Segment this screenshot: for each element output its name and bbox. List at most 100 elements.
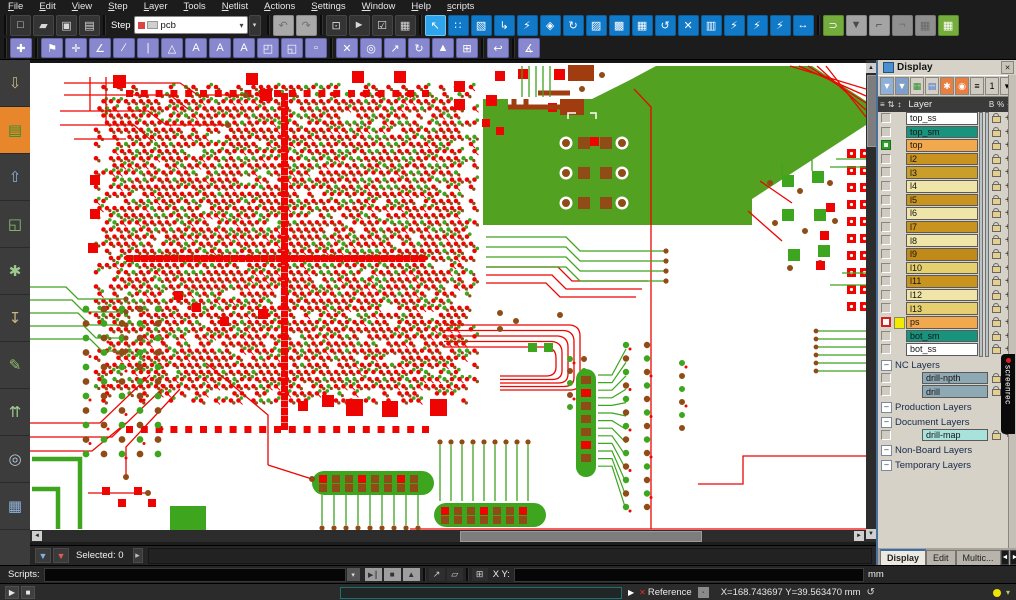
- sidebar-import-job[interactable]: ⇩: [0, 60, 30, 107]
- layer-name-chip[interactable]: l8: [906, 234, 978, 247]
- canvas-vertical-scrollbar[interactable]: ▲ ▼: [866, 60, 876, 542]
- layer-visibility-box[interactable]: [881, 127, 891, 137]
- layer-name-chip[interactable]: l7: [906, 221, 978, 234]
- collapse-icon[interactable]: –: [881, 360, 892, 371]
- menu-actions[interactable]: Actions: [256, 0, 303, 13]
- lock-icon[interactable]: [992, 279, 1001, 286]
- step-select[interactable]: pcb ▾: [134, 16, 248, 34]
- measure-bar-button[interactable]: |: [137, 38, 159, 58]
- panel-scrollbar[interactable]: [1008, 75, 1016, 548]
- horizontal-scroll-thumb[interactable]: [460, 531, 702, 542]
- selection-filter-clear-button[interactable]: ▼: [53, 548, 69, 563]
- open-job-button[interactable]: ▰: [33, 15, 54, 36]
- sidebar-columns-view[interactable]: ▦: [0, 483, 30, 530]
- select-rotate-button[interactable]: ↻: [563, 15, 584, 36]
- selection-expand-button[interactable]: ▸: [133, 548, 143, 563]
- layer-visibility-box[interactable]: [881, 263, 891, 273]
- layer-name-chip[interactable]: top_ss: [906, 112, 978, 125]
- undo-button[interactable]: ↶: [273, 15, 294, 36]
- net-highlight-button[interactable]: ⚡: [724, 15, 745, 36]
- measure-box-b-button[interactable]: ◱: [281, 38, 303, 58]
- sidebar-drill-tools[interactable]: ⇈: [0, 389, 30, 436]
- lock-icon[interactable]: [992, 293, 1001, 300]
- net-table-button[interactable]: ⚡: [770, 15, 791, 36]
- reference-label[interactable]: Reference: [648, 587, 692, 598]
- layer-visibility-box[interactable]: [881, 386, 891, 396]
- order-strip[interactable]: [985, 112, 989, 357]
- layer-visibility-box[interactable]: [881, 208, 891, 218]
- header-right-icon-1[interactable]: %: [997, 100, 1004, 109]
- script-play-pause-button[interactable]: ▶║: [365, 568, 382, 581]
- copy-circles-button[interactable]: ◎: [360, 38, 382, 58]
- status-play-button[interactable]: ▶: [5, 586, 19, 599]
- visibility-eye-button[interactable]: ◉: [955, 77, 969, 95]
- sidebar-job-matrix[interactable]: ▤: [0, 107, 30, 154]
- layer-visibility-box[interactable]: [881, 430, 891, 440]
- select-points-button[interactable]: ∷: [448, 15, 469, 36]
- measure-poly-button[interactable]: ▱: [447, 568, 463, 581]
- tab-scroll-right-icon[interactable]: ►: [1010, 550, 1016, 565]
- layer-visibility-box[interactable]: [881, 167, 891, 177]
- sidebar-export-folder[interactable]: ↧: [0, 295, 30, 342]
- move-arrow-button[interactable]: ↗: [384, 38, 406, 58]
- pcb-canvas[interactable]: [30, 60, 866, 530]
- layer-visibility-box[interactable]: [881, 331, 891, 341]
- layer-visibility-box[interactable]: [881, 303, 891, 313]
- layer-visibility-box[interactable]: [881, 140, 891, 150]
- snap-filter-button[interactable]: ▼: [846, 15, 867, 36]
- measure-box-a-button[interactable]: ◰: [257, 38, 279, 58]
- layer-visibility-box[interactable]: [881, 181, 891, 191]
- deselect-all-button[interactable]: ✕: [678, 15, 699, 36]
- lock-icon[interactable]: [992, 184, 1001, 191]
- scripts-dropdown-button[interactable]: ▾: [347, 568, 360, 581]
- collapse-icon[interactable]: –: [881, 445, 892, 456]
- lock-icon[interactable]: [992, 306, 1001, 313]
- menu-help[interactable]: Help: [403, 0, 439, 13]
- menu-settings[interactable]: Settings: [303, 0, 353, 13]
- close-icon[interactable]: ✕: [1001, 61, 1014, 74]
- selection-filter-button[interactable]: ▼: [35, 548, 51, 563]
- menu-netlist[interactable]: Netlist: [214, 0, 256, 13]
- menu-tools[interactable]: Tools: [176, 0, 214, 13]
- lock-icon[interactable]: [992, 252, 1001, 259]
- scripts-input[interactable]: [44, 568, 346, 582]
- snap-magnet-button[interactable]: ⊃: [823, 15, 844, 36]
- lock-icon[interactable]: [992, 143, 1001, 150]
- script-checklist-button[interactable]: ☑: [372, 15, 393, 36]
- mirror-item-button[interactable]: ▲: [432, 38, 454, 58]
- menu-scripts[interactable]: scripts: [439, 0, 482, 13]
- measure-height-c-button[interactable]: A: [233, 38, 255, 58]
- measure-xx-button[interactable]: ↔: [793, 15, 814, 36]
- origin-box-button[interactable]: ⊞: [456, 38, 478, 58]
- collapse-icon[interactable]: –: [881, 417, 892, 428]
- layer-visibility-box[interactable]: [881, 113, 891, 123]
- layer-name-chip[interactable]: bot_sm: [906, 330, 978, 343]
- layer-color-swatch[interactable]: [894, 317, 905, 329]
- lock-icon[interactable]: [992, 320, 1001, 327]
- lock-icon[interactable]: [992, 238, 1001, 245]
- layer-name-chip[interactable]: l5: [906, 194, 978, 207]
- layer-name-chip[interactable]: l9: [906, 248, 978, 261]
- lock-icon[interactable]: [992, 116, 1001, 123]
- snap-grid-button[interactable]: ▦: [915, 15, 936, 36]
- layer-visibility-box[interactable]: [881, 222, 891, 232]
- menu-file[interactable]: File: [0, 0, 31, 13]
- layer-visibility-box[interactable]: [881, 154, 891, 164]
- grid-coords-button[interactable]: ⊞: [472, 568, 488, 581]
- layer-order-strips[interactable]: [979, 112, 990, 357]
- layer-visibility-box[interactable]: [881, 276, 891, 286]
- collapse-icon[interactable]: –: [881, 460, 892, 471]
- sidebar-fit-view[interactable]: ◱: [0, 201, 30, 248]
- filter-funnel-button[interactable]: ▼: [880, 77, 894, 95]
- scroll-up-icon[interactable]: ▲: [866, 63, 876, 73]
- layer-name-chip[interactable]: l4: [906, 180, 978, 193]
- lock-icon[interactable]: [992, 198, 1001, 205]
- status-stop-button[interactable]: ■: [21, 586, 35, 599]
- select-stack-button[interactable]: ◈: [540, 15, 561, 36]
- scroll-right-icon[interactable]: ►: [854, 531, 864, 541]
- highlight-spray-button[interactable]: ✱: [940, 77, 954, 95]
- layer-name-chip[interactable]: l3: [906, 166, 978, 179]
- measure-flag-button[interactable]: ⚑: [41, 38, 63, 58]
- layer-visibility-box[interactable]: [881, 290, 891, 300]
- redo-button[interactable]: ↷: [296, 15, 317, 36]
